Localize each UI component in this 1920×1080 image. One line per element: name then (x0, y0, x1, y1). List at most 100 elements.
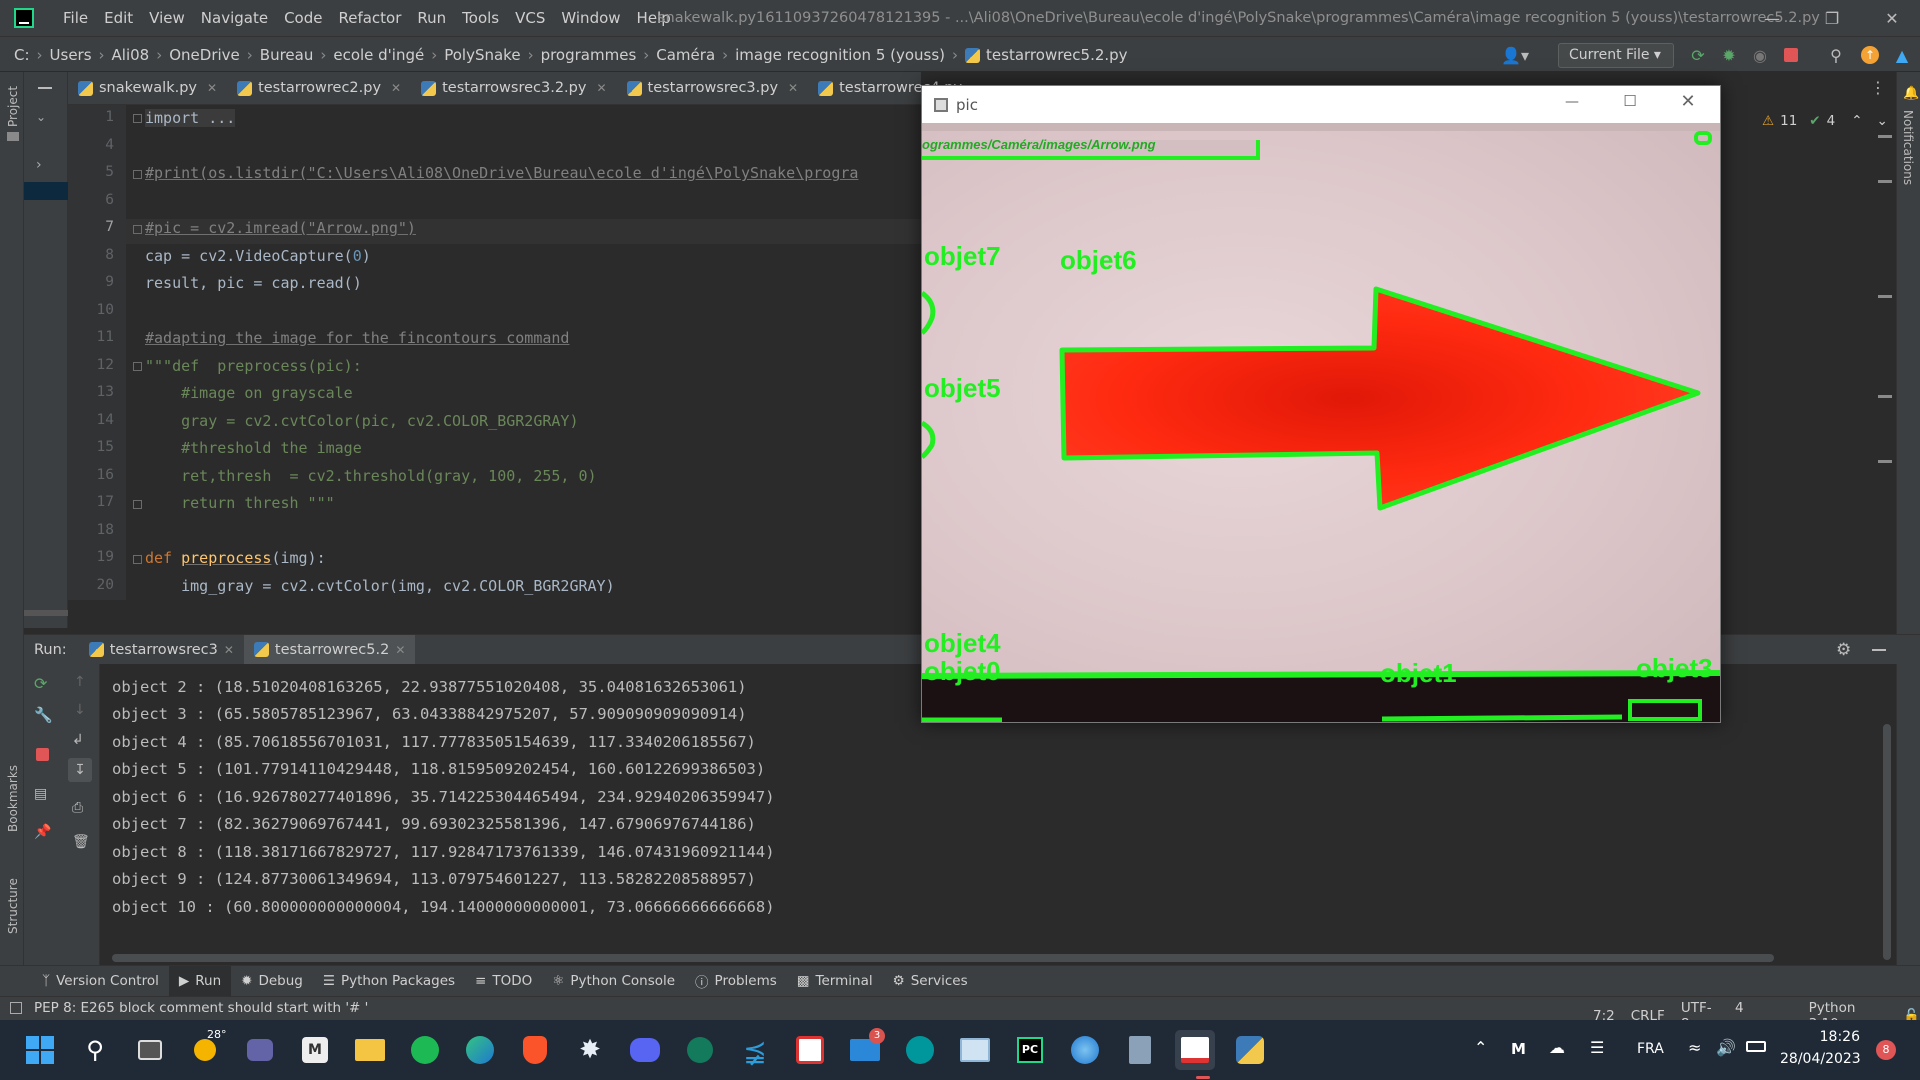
globe-app-icon[interactable] (1065, 1030, 1105, 1070)
debug-icon[interactable]: ✹ (1719, 45, 1739, 65)
cloud-icon[interactable]: ☁ (1549, 1038, 1565, 1057)
more-options-icon[interactable]: ⋮ (1870, 78, 1886, 97)
rerun-icon[interactable]: ⟳ (34, 674, 47, 693)
discord-icon[interactable] (625, 1030, 665, 1070)
run-tab-testarrowrec5-2[interactable]: testarrowrec5.2 ✕ (243, 634, 416, 665)
tool-python-packages[interactable]: ☰ Python Packages (313, 966, 465, 997)
pic-title-bar[interactable]: pic — ☐ ✕ (922, 86, 1720, 123)
clock-time[interactable]: 18:26 (1780, 1029, 1860, 1045)
minimize-icon[interactable]: — (1562, 94, 1582, 110)
search-icon[interactable]: ⚲ (1826, 45, 1846, 65)
menu-tools[interactable]: Tools (454, 0, 507, 36)
update-icon[interactable]: ↑ (1860, 45, 1880, 65)
start-icon[interactable] (20, 1030, 60, 1070)
scroll-to-end-icon[interactable]: ↧ (68, 758, 92, 782)
notion-like-icon[interactable]: M (295, 1030, 335, 1070)
close-icon[interactable]: ✕ (224, 643, 234, 657)
menu-code[interactable]: Code (276, 0, 330, 36)
vscode-icon[interactable]: ⪵ (735, 1030, 775, 1070)
m-tray-icon[interactable]: M (1511, 1040, 1526, 1058)
rerun-icon[interactable]: ⟳ (1688, 45, 1708, 65)
pic-window[interactable]: pic — ☐ ✕ ogrammes/Caméra/images/Arrow.p… (921, 85, 1721, 723)
project-scrollbar[interactable] (24, 610, 68, 616)
calculator-icon[interactable] (1120, 1030, 1160, 1070)
chevron-right-icon[interactable]: › (36, 157, 42, 173)
arrow-down-icon[interactable]: ↓ (74, 702, 86, 718)
fold-marker[interactable] (133, 362, 142, 371)
print-icon[interactable]: ⎙ (72, 800, 83, 816)
search-icon[interactable]: ⚲ (75, 1030, 115, 1070)
chevron-up-icon[interactable]: ⌃ (1851, 113, 1862, 129)
menu-view[interactable]: View (141, 0, 193, 36)
menu-vcs[interactable]: VCS (507, 0, 553, 36)
language-indicator[interactable]: FRA (1637, 1041, 1664, 1057)
close-icon[interactable]: ✕ (207, 81, 217, 95)
close-icon[interactable]: ✕ (596, 81, 606, 95)
chevron-down-icon[interactable]: ⌄ (1877, 113, 1888, 129)
mail-icon[interactable]: 3 (845, 1028, 885, 1070)
tab-snakewalk[interactable]: snakewalk.py ✕ (68, 72, 227, 105)
menu-file[interactable]: File (55, 0, 96, 36)
crumb-users[interactable]: Users (50, 46, 92, 64)
pycharm-icon[interactable]: PC (1010, 1030, 1050, 1070)
settings-gear-icon[interactable]: ⚙ (1836, 640, 1851, 660)
chevron-up-icon[interactable]: ⌃ (1474, 1038, 1487, 1057)
gitkraken-icon[interactable] (680, 1030, 720, 1070)
teams-chat-icon[interactable] (240, 1030, 280, 1070)
crumb-drive[interactable]: C: (14, 46, 30, 64)
crumb-bureau[interactable]: Bureau (260, 46, 314, 64)
selected-tree-row[interactable] (24, 182, 68, 200)
draw-app-icon[interactable] (790, 1030, 830, 1070)
fold-marker[interactable] (133, 555, 142, 564)
coverage-icon[interactable]: ◉ (1750, 45, 1770, 65)
wifi-icon[interactable]: ≈ (1688, 1038, 1701, 1057)
tab-testarrowsrec3[interactable]: testarrowsrec3.py ✕ (617, 72, 809, 105)
crumb-polysnake[interactable]: PolySnake (444, 46, 520, 64)
structure-tool-label[interactable]: Structure (6, 878, 20, 934)
tool-todo[interactable]: ≡ TODO (465, 966, 542, 997)
arduino-icon[interactable] (900, 1030, 940, 1070)
close-icon[interactable]: ✕ (1862, 0, 1920, 36)
crumb-camera[interactable]: Caméra (656, 46, 715, 64)
folded-imports[interactable]: import ... (145, 109, 236, 127)
task-view-icon[interactable] (130, 1030, 170, 1070)
brave-icon[interactable] (515, 1030, 555, 1070)
crumb-file[interactable]: testarrowrec5.2.py (986, 46, 1128, 64)
gear-app-icon[interactable]: ✸ (570, 1030, 610, 1070)
menu-run[interactable]: Run (409, 0, 454, 36)
bookmarks-tool-label[interactable]: Bookmarks (6, 765, 20, 832)
restore-icon[interactable]: ❐ (1802, 0, 1862, 36)
project-tool-label[interactable]: Project (6, 86, 20, 127)
tool-version-control[interactable]: ᛉ Version Control (32, 966, 169, 997)
maximize-icon[interactable]: ☐ (1620, 92, 1640, 110)
trash-icon[interactable]: 🗑 (72, 834, 90, 850)
close-icon[interactable]: ✕ (788, 81, 798, 95)
tab-testarrowsrec3-2[interactable]: testarrowsrec3.2.py ✕ (411, 72, 616, 105)
hide-panel-icon[interactable] (1872, 649, 1886, 651)
battery-icon[interactable] (1746, 1041, 1766, 1052)
status-message[interactable]: PEP 8: E265 block comment should start w… (34, 1000, 368, 1016)
crumb-ecole[interactable]: ecole d'ingé (333, 46, 424, 64)
edge-icon[interactable] (460, 1030, 500, 1070)
arrow-up-icon[interactable]: ↑ (74, 674, 86, 690)
pin-icon[interactable]: 📌 (34, 824, 51, 840)
menu-refactor[interactable]: Refactor (330, 0, 409, 36)
minimize-panel-icon[interactable] (38, 87, 52, 89)
fold-marker[interactable] (133, 170, 142, 179)
tool-problems[interactable]: ⓘ Problems (685, 966, 787, 997)
status-toggle-icon[interactable] (10, 1002, 22, 1014)
spotify-icon[interactable] (405, 1030, 445, 1070)
close-icon[interactable]: ✕ (391, 81, 401, 95)
console-horizontal-scrollbar[interactable] (112, 954, 1774, 962)
menu-edit[interactable]: Edit (96, 0, 141, 36)
notification-badge[interactable]: 8 (1876, 1040, 1896, 1060)
run-config-select[interactable]: Current File ▾ (1558, 43, 1674, 68)
crumb-onedrive[interactable]: OneDrive (169, 46, 240, 64)
tool-python-console[interactable]: ⚛ Python Console (542, 966, 685, 997)
layout-icon[interactable]: ▤ (34, 786, 47, 802)
volume-icon[interactable]: 🔊 (1716, 1038, 1736, 1057)
menu-navigate[interactable]: Navigate (193, 0, 276, 36)
photos-icon[interactable] (955, 1030, 995, 1070)
chevron-down-icon[interactable]: ⌄ (36, 110, 46, 124)
close-icon[interactable]: ✕ (395, 643, 405, 657)
